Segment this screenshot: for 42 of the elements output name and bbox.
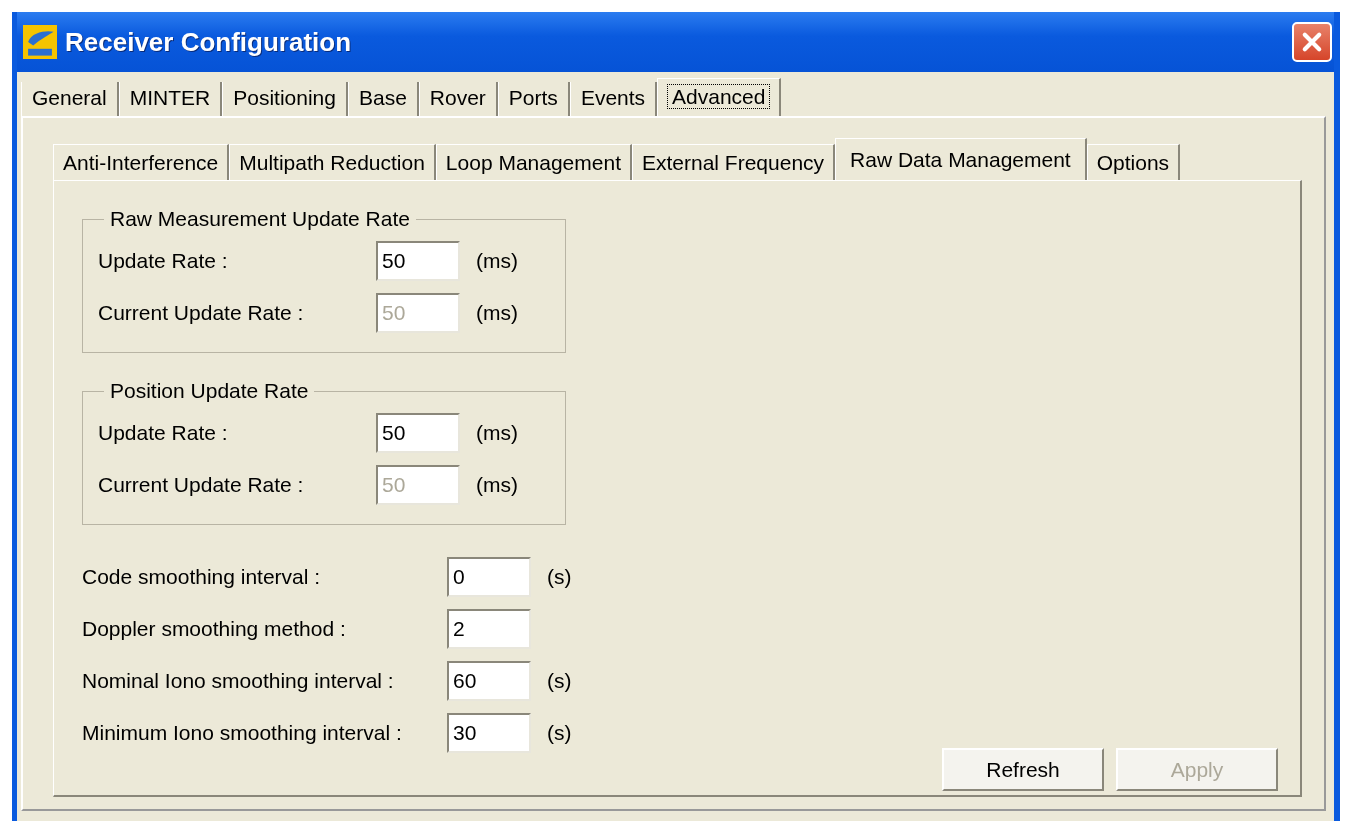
app-logo-icon bbox=[23, 25, 57, 59]
close-icon bbox=[1300, 30, 1324, 54]
field-label: Current Update Rate : bbox=[98, 301, 305, 325]
tab[interactable]: External Frequency bbox=[632, 144, 836, 180]
field-label: Code smoothing interval : bbox=[82, 565, 322, 589]
tab[interactable]: Anti-Interference bbox=[53, 144, 230, 180]
field-label: Nominal Iono smoothing interval : bbox=[82, 669, 395, 693]
unit-label: (s) bbox=[547, 669, 572, 693]
window-title: Receiver Configuration bbox=[65, 26, 353, 58]
tab[interactable]: Loop Management bbox=[435, 144, 632, 180]
unit-label: (s) bbox=[547, 565, 572, 589]
field-label: Current Update Rate : bbox=[98, 473, 305, 497]
unit-label: (ms) bbox=[476, 301, 518, 325]
tab[interactable]: Base bbox=[347, 82, 419, 116]
unit-label: (ms) bbox=[476, 421, 518, 445]
tab[interactable]: Events bbox=[569, 82, 658, 116]
close-button[interactable] bbox=[1292, 22, 1332, 62]
input-field[interactable]: 60 bbox=[447, 661, 531, 701]
unit-label: (s) bbox=[547, 721, 572, 745]
tab[interactable]: Multipath Reduction bbox=[229, 144, 436, 180]
group-title: Raw Measurement Update Rate bbox=[109, 207, 411, 231]
tab[interactable]: Advanced bbox=[657, 78, 782, 116]
field-label: Update Rate : bbox=[98, 421, 229, 445]
tab[interactable]: MINTER bbox=[118, 82, 223, 116]
group-title: Position Update Rate bbox=[109, 379, 310, 403]
field-label: Doppler smoothing method : bbox=[82, 617, 347, 641]
dialog-button[interactable]: Refresh bbox=[942, 748, 1104, 791]
tab[interactable]: General bbox=[21, 82, 119, 116]
tab[interactable]: Ports bbox=[497, 82, 570, 116]
input-field[interactable]: 0 bbox=[447, 557, 531, 597]
unit-label: (ms) bbox=[476, 249, 518, 273]
input-field[interactable]: 50 bbox=[376, 241, 460, 281]
tab[interactable]: Positioning bbox=[222, 82, 348, 116]
input-field[interactable]: 30 bbox=[447, 713, 531, 753]
field-label: Update Rate : bbox=[98, 249, 229, 273]
field-label: Minimum Iono smoothing interval : bbox=[82, 721, 403, 745]
tab[interactable]: Options bbox=[1086, 144, 1181, 180]
tab[interactable]: Rover bbox=[418, 82, 498, 116]
input-field[interactable]: 2 bbox=[447, 609, 531, 649]
input-field[interactable]: 50 bbox=[376, 413, 460, 453]
tab[interactable]: Raw Data Management bbox=[835, 138, 1087, 180]
unit-label: (ms) bbox=[476, 473, 518, 497]
